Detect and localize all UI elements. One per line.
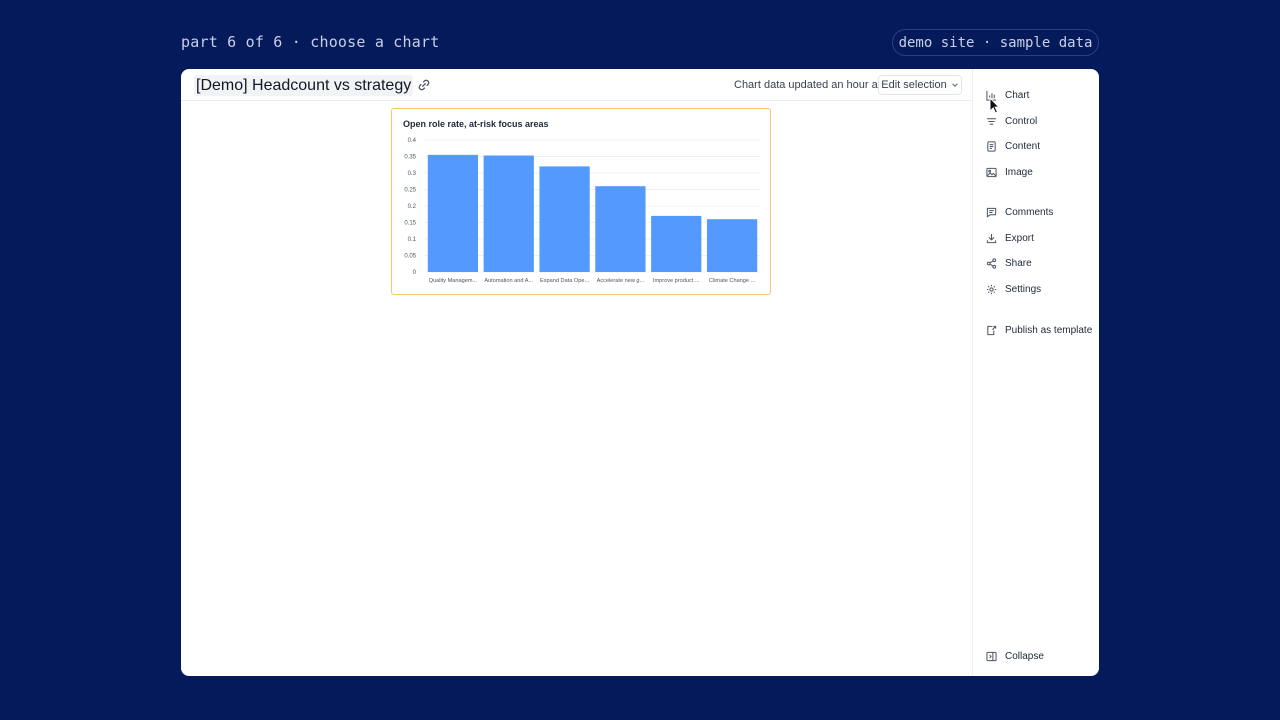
sidebar-item-settings[interactable]: Settings xyxy=(986,280,1041,298)
sidebar-item-label: Chart xyxy=(1005,89,1030,101)
collapse-label: Collapse xyxy=(1005,650,1044,662)
template-icon xyxy=(987,325,997,335)
chart-card[interactable]: Open role rate, at-risk focus areas 0 0.0… xyxy=(391,108,771,295)
y-tick-label: 0.35 xyxy=(404,155,416,161)
sidebar-item-label: Publish as template xyxy=(1005,324,1093,336)
sidebar-item-label: Export xyxy=(1005,232,1034,244)
edit-selection-label: Edit selection xyxy=(881,79,947,91)
x-tick-label: Quality Managem... xyxy=(429,278,478,284)
y-tick-label: 0.4 xyxy=(408,138,417,144)
step-caption: part 6 of 6 · choose a chart xyxy=(181,33,440,51)
download-icon xyxy=(986,233,997,243)
sidebar-item-comments[interactable]: Comments xyxy=(986,203,1053,221)
x-tick-label: Improve product ... xyxy=(653,278,700,284)
bar[interactable] xyxy=(706,219,758,272)
sidebar-item-label: Share xyxy=(1005,257,1032,269)
demo-badge: demo site · sample data xyxy=(892,29,1099,56)
sidebar-item-label: Content xyxy=(1005,140,1041,152)
chevron-down-icon xyxy=(951,83,958,87)
sidebar-item-publish-template[interactable]: Publish as template xyxy=(986,321,1092,339)
data-updated-status: Chart data updated an hour ago xyxy=(734,79,890,91)
gear-icon xyxy=(986,284,997,294)
y-tick-label: 0.2 xyxy=(408,204,417,210)
sidebar-item-label: Comments xyxy=(1005,206,1054,218)
y-tick-label: 0.3 xyxy=(408,171,417,177)
x-tick-label: Climate Change ... xyxy=(709,278,756,284)
y-tick-label: 0.15 xyxy=(404,221,416,227)
dashboard-header: [Demo] Headcount vs strategy Chart data … xyxy=(181,69,973,101)
sidebar-item-label: Control xyxy=(1005,115,1038,127)
link-icon[interactable] xyxy=(417,78,431,92)
edit-selection-button[interactable]: Edit selection xyxy=(878,75,962,95)
x-tick-label: Accelerate new g... xyxy=(597,278,645,284)
y-tick-label: 0 xyxy=(413,270,417,276)
bar[interactable] xyxy=(483,155,534,272)
filter-icon xyxy=(986,117,997,125)
app-window: [Demo] Headcount vs strategy Chart data … xyxy=(181,69,1099,676)
bar-chart: 0 0.05 0.1 0.15 0.2 0.25 0.3 0.35 0.4 Quality Man… xyxy=(404,138,760,284)
x-tick-label: Expand Data Ope... xyxy=(540,278,590,284)
mouse-cursor-icon xyxy=(989,97,1001,114)
document-icon xyxy=(987,140,996,152)
right-sidebar: Chart Control Content Image Comments Exp… xyxy=(972,69,1099,676)
collapse-panel-icon xyxy=(986,651,997,661)
collapse-button[interactable]: Collapse xyxy=(986,647,1044,665)
share-icon xyxy=(986,257,997,269)
comment-icon xyxy=(986,207,997,218)
sidebar-item-label: Settings xyxy=(1005,283,1042,295)
sidebar-item-content[interactable]: Content xyxy=(986,137,1040,155)
y-tick-label: 0.05 xyxy=(404,254,416,260)
x-tick-label: Automation and A... xyxy=(484,278,533,284)
sidebar-item-image[interactable]: Image xyxy=(986,163,1033,181)
bar[interactable] xyxy=(651,215,702,272)
page-title[interactable]: [Demo] Headcount vs strategy xyxy=(194,75,414,96)
image-icon xyxy=(986,167,997,177)
y-tick-label: 0.1 xyxy=(408,237,417,243)
sidebar-item-export[interactable]: Export xyxy=(986,229,1034,247)
bar[interactable] xyxy=(427,154,479,272)
bar[interactable] xyxy=(539,166,590,272)
sidebar-item-label: Image xyxy=(1005,166,1033,178)
bar[interactable] xyxy=(595,186,646,272)
sidebar-item-share[interactable]: Share xyxy=(986,254,1032,272)
y-tick-label: 0.25 xyxy=(404,188,416,194)
